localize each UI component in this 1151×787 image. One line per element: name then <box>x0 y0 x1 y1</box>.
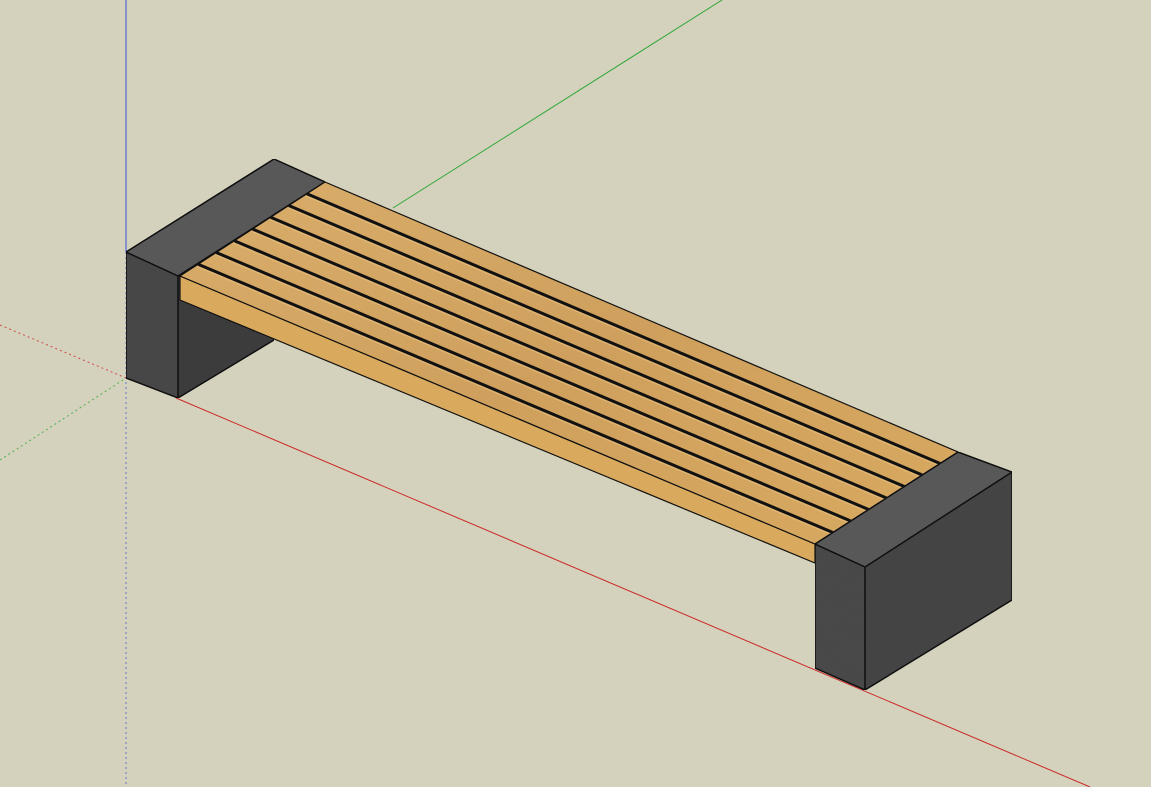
right-support-front <box>814 542 866 692</box>
3d-scene-canvas[interactable] <box>0 0 1151 787</box>
green-axis <box>392 0 723 209</box>
red-axis-hidden <box>0 324 127 379</box>
left-support-front <box>125 250 179 400</box>
green-axis-hidden <box>0 377 127 461</box>
wooden-seat[interactable] <box>178 181 960 564</box>
modeling-viewport[interactable] <box>0 0 1151 787</box>
